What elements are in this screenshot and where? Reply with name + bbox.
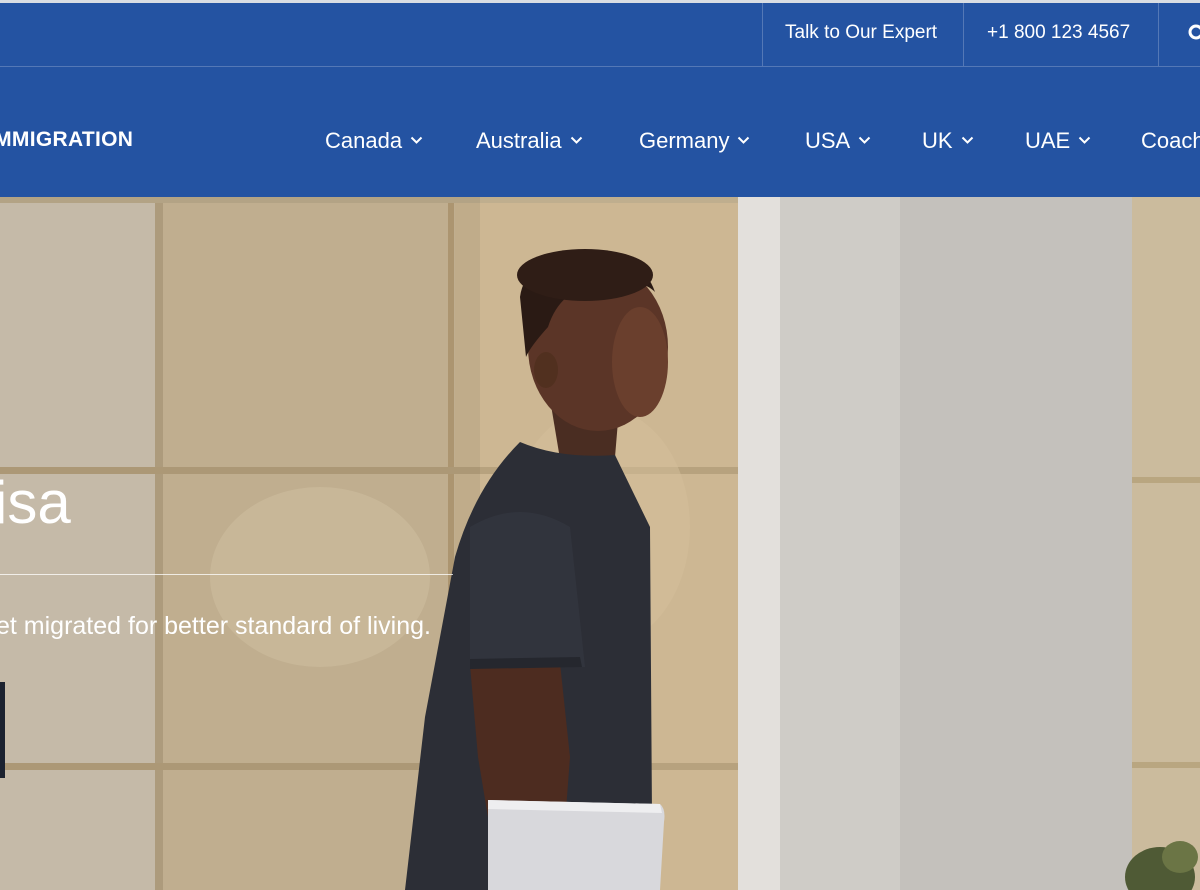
top-utility-bar: Talk to Our Expert +1 800 123 4567 <box>0 3 1200 67</box>
hero-title: isa <box>0 469 71 536</box>
nav-item-label: Coach <box>1141 128 1200 153</box>
nav-item-label: Australia <box>476 128 562 153</box>
nav-item-label: USA <box>805 128 851 153</box>
chevron-down-icon <box>738 136 750 145</box>
nav-item-label: Germany <box>639 128 730 153</box>
nav-item-label: Canada <box>325 128 403 153</box>
chevron-down-icon <box>410 136 423 145</box>
hero-subtitle: et migrated for better standard of livin… <box>0 612 431 640</box>
site-logo[interactable]: IMMIGRATION <box>0 128 133 152</box>
search-icon[interactable] <box>1187 23 1200 43</box>
nav-item-usa[interactable]: USA <box>805 125 871 157</box>
divider <box>963 3 964 66</box>
main-navigation: IMMIGRATION Canada Australia Germany USA… <box>0 67 1200 197</box>
nav-item-label: UK <box>922 128 953 153</box>
hero-banner: isa et migrated for better standard of l… <box>0 197 1200 890</box>
chevron-down-icon <box>961 136 973 145</box>
phone-link[interactable]: +1 800 123 4567 <box>987 3 1130 66</box>
nav-item-coach[interactable]: Coach <box>1141 125 1200 157</box>
nav-item-label: UAE <box>1025 128 1071 153</box>
nav-item-canada[interactable]: Canada <box>325 125 423 157</box>
divider <box>1158 3 1159 66</box>
nav-item-australia[interactable]: Australia <box>476 125 583 157</box>
chevron-down-icon <box>570 136 582 145</box>
hero-cta-button[interactable] <box>0 682 5 778</box>
nav-item-uk[interactable]: UK <box>922 125 974 157</box>
hero-divider <box>0 574 453 575</box>
nav-item-uae[interactable]: UAE <box>1025 125 1091 157</box>
hero-background-photo <box>0 197 1200 890</box>
divider <box>762 3 763 66</box>
page: Talk to Our Expert +1 800 123 4567 IMMIG… <box>0 0 1200 890</box>
chevron-down-icon <box>859 136 871 145</box>
nav-item-germany[interactable]: Germany <box>639 125 750 157</box>
talk-to-expert-link[interactable]: Talk to Our Expert <box>785 3 937 66</box>
chevron-down-icon <box>1079 136 1091 145</box>
